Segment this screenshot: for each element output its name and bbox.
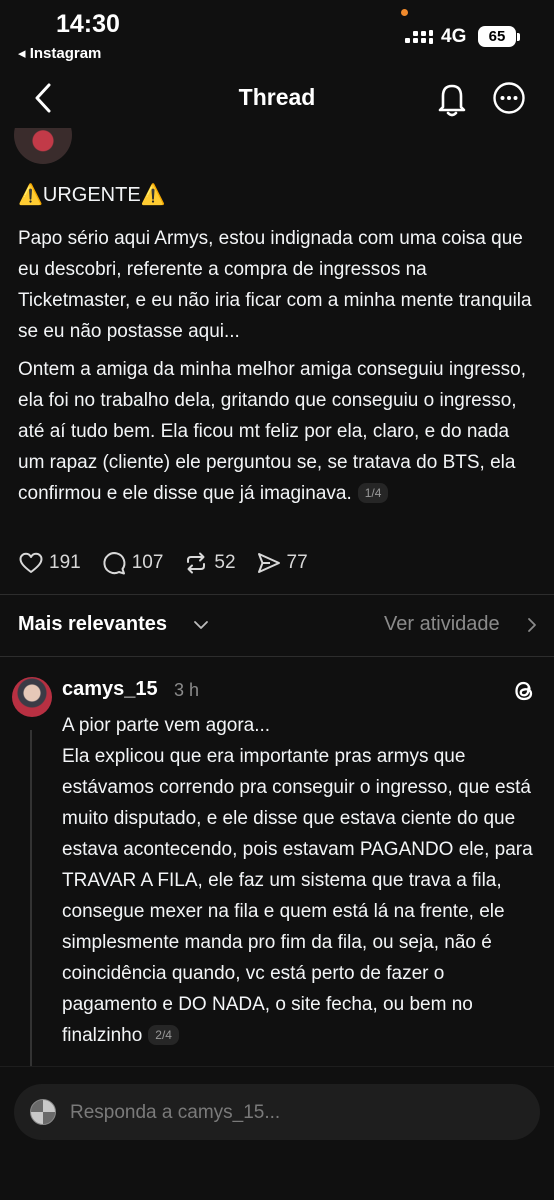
post-paragraph-1: Papo sério aqui Armys, estou indignada c… (18, 228, 532, 342)
status-bar: 14:30 ◂ Instagram 4G 65 (0, 0, 554, 68)
more-options-icon[interactable] (492, 81, 526, 115)
comment-count: 107 (131, 552, 164, 573)
reply-page-badge: 2/4 (148, 1025, 179, 1045)
like-count: 191 (49, 552, 81, 573)
comment-button[interactable]: 107 (101, 550, 164, 576)
post-paragraph-2: Ontem a amiga da minha melhor amiga cons… (18, 354, 538, 509)
top-navigation-bar: Thread (0, 70, 554, 128)
back-to-app-link[interactable]: ◂ Instagram (18, 44, 101, 62)
share-count: 77 (286, 552, 308, 573)
signal-icon (405, 30, 435, 46)
chevron-down-icon[interactable] (192, 616, 210, 634)
page-title: Thread (238, 84, 316, 110)
repost-count: 52 (214, 552, 236, 573)
reply-input[interactable] (68, 1099, 512, 1127)
repost-icon (187, 552, 206, 574)
post-urgent-label: ⚠️URGENTE⚠️ (18, 184, 166, 206)
repost-button[interactable]: 52 (183, 550, 236, 576)
comment-icon (103, 552, 126, 575)
reply-line-2: Ela explicou que era importante pras arm… (62, 741, 540, 1051)
post-paragraph-2-text: Ontem a amiga da minha melhor amiga cons… (18, 359, 526, 504)
battery-icon: 65 (478, 26, 516, 47)
privacy-indicator-dot (401, 9, 408, 16)
like-button[interactable]: 191 (18, 550, 81, 576)
threads-logo-icon (515, 681, 533, 701)
reply-avatar[interactable] (12, 677, 52, 717)
post-actions: 191 107 52 77 (18, 548, 328, 578)
reply-body: A pior parte vem agora... Ela explicou q… (62, 710, 540, 1051)
chevron-right-icon[interactable] (525, 616, 539, 634)
divider (0, 656, 554, 657)
current-user-avatar (30, 1099, 56, 1125)
reply-timestamp: 3 h (174, 680, 200, 700)
back-app-label: Instagram (29, 45, 102, 62)
thread-connector-line (30, 730, 32, 1066)
divider (0, 594, 554, 595)
author-avatar[interactable] (14, 128, 74, 166)
heart-icon (19, 552, 43, 573)
reply-composer[interactable] (14, 1084, 540, 1140)
reply-line-2-text: Ela explicou que era importante pras arm… (62, 746, 533, 1046)
status-time: 14:30 (56, 10, 120, 38)
reply-line-1: A pior parte vem agora... (62, 715, 271, 736)
share-button[interactable]: 77 (256, 550, 308, 576)
send-icon (257, 553, 280, 573)
network-type: 4G (441, 26, 467, 47)
view-activity-link[interactable]: Ver atividade (384, 613, 500, 636)
battery-cap (517, 33, 520, 41)
bell-icon[interactable] (434, 80, 470, 118)
reply-username[interactable]: camys_15 (62, 678, 158, 701)
post-page-badge: 1/4 (357, 483, 389, 503)
sort-dropdown[interactable]: Mais relevantes (18, 613, 167, 636)
